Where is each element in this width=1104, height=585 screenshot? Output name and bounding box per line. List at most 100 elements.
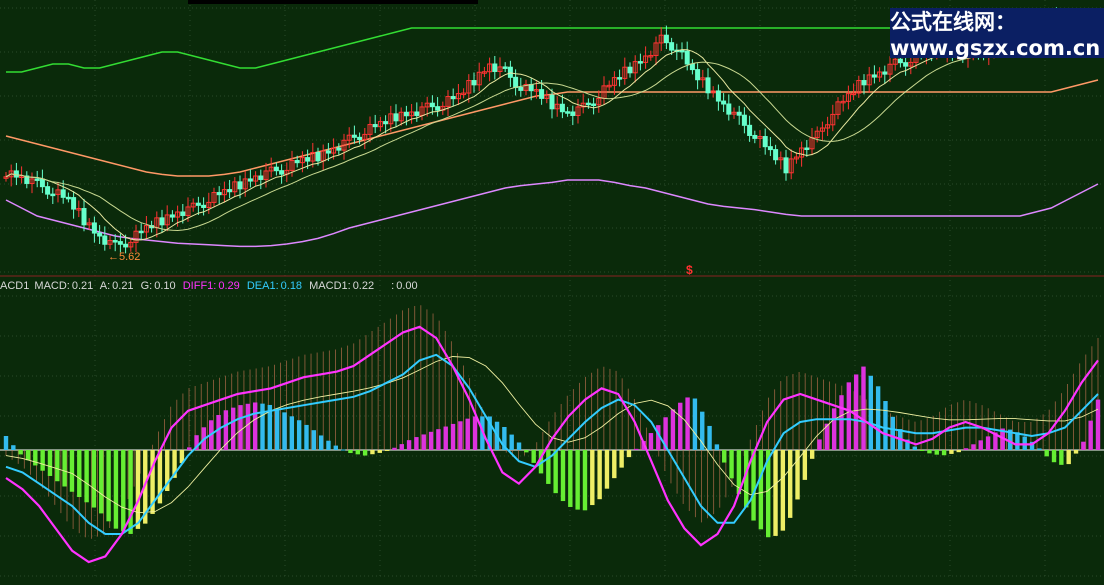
macd-bar	[436, 429, 441, 450]
macd-bar	[546, 450, 551, 484]
legend-g-label: G:	[140, 280, 153, 292]
macd-bar	[11, 445, 16, 450]
macd-bar	[971, 444, 976, 450]
macd-bar	[216, 415, 221, 450]
candle-body	[91, 222, 97, 234]
candle-body	[60, 189, 66, 198]
candle-body	[747, 124, 753, 136]
band-line-lower	[5, 179, 1099, 248]
candle-body	[695, 69, 701, 81]
candle-body	[435, 106, 441, 111]
macd-bar	[817, 439, 822, 450]
macd-bar	[780, 450, 786, 531]
macd-bar	[1051, 450, 1057, 463]
candle-body	[539, 89, 545, 99]
macd-bar	[648, 433, 654, 450]
legend-dea1-label: DEA1:	[246, 280, 279, 292]
macd-bar	[245, 403, 251, 450]
macd-bar	[634, 448, 639, 450]
legend-macd1-label: MACD1:	[309, 280, 351, 292]
macd-bar	[1066, 450, 1071, 465]
candle-body	[689, 63, 695, 71]
candle-body	[565, 111, 571, 114]
macd-bar	[33, 450, 38, 466]
macd-bar	[18, 450, 23, 455]
macd-bar	[40, 450, 45, 471]
candle-body	[112, 240, 118, 243]
macd-bar	[421, 434, 426, 450]
macd-bar	[758, 450, 764, 530]
macd-bar	[414, 437, 419, 450]
legend-a: A: 0.21	[100, 280, 136, 292]
macd-bar	[384, 450, 390, 451]
macd-bar	[934, 450, 939, 455]
signal-line	[5, 356, 1099, 514]
macd-bar	[113, 450, 119, 529]
macd-bar	[25, 450, 31, 461]
candle-body	[50, 193, 56, 197]
macd-bar	[230, 407, 236, 450]
macd-bar	[377, 450, 382, 453]
macd-bar	[355, 450, 360, 455]
candle-body	[627, 66, 633, 74]
macd-bar	[861, 366, 866, 450]
macd-bar	[853, 374, 859, 450]
macd-bar	[1095, 399, 1101, 450]
candle-body	[502, 66, 508, 69]
macd-bar	[949, 450, 954, 454]
macd-bar	[1022, 436, 1027, 450]
legend-macd-label: MACD:	[34, 280, 70, 292]
macd-bar	[692, 398, 698, 450]
macd-bar	[868, 375, 874, 450]
candle-body	[247, 178, 253, 182]
macd-bar	[1015, 432, 1020, 450]
macd-bar	[106, 450, 111, 522]
candle-body	[736, 111, 742, 116]
legend-diff1-value: 0.29	[218, 280, 240, 292]
macd-bar	[318, 435, 324, 450]
macd-bar	[62, 450, 67, 487]
macd-bar	[809, 450, 815, 459]
macd-bar	[597, 450, 602, 500]
candle-body	[102, 235, 108, 245]
macd-bar	[524, 450, 529, 453]
macd-bar	[1059, 450, 1064, 465]
candle-body	[273, 166, 279, 172]
macd-bar	[450, 423, 456, 450]
macd-bar	[509, 434, 514, 450]
candle-body	[201, 204, 207, 208]
candle-body	[237, 181, 243, 190]
legend-a-label: A:	[99, 280, 111, 292]
macd-bar	[340, 449, 346, 451]
candle-body	[559, 103, 565, 113]
legend-diff1: DIFF1: 0.29	[183, 280, 242, 292]
macd-bar	[1037, 448, 1042, 450]
candle-body	[450, 96, 456, 100]
top-black-bar	[188, 0, 478, 4]
candle-body	[351, 134, 357, 138]
macd-bar	[326, 440, 331, 450]
macd-bar	[333, 445, 338, 450]
indicator-legend: ACD1 MACD: 0.21 A: 0.21 G: 0.10 DIFF1: 0.29 …	[0, 280, 422, 294]
candle-body	[315, 152, 321, 162]
macd-bar	[348, 450, 353, 454]
candle-body	[507, 66, 513, 78]
candle-body	[34, 178, 40, 181]
candle-body	[393, 113, 399, 122]
legend-macd-value: 0.21	[71, 280, 94, 292]
macd-bar	[531, 450, 536, 463]
candle-body	[372, 124, 378, 128]
candle-body	[227, 189, 233, 193]
macd-bar	[289, 416, 295, 450]
watermark-text: 公式在线网：www.gszx.com.cn	[890, 10, 1101, 60]
macd-bar	[47, 450, 53, 476]
candle-body	[169, 214, 175, 218]
macd-bar	[751, 450, 756, 521]
macd-bar	[428, 431, 434, 450]
macd-bar	[831, 408, 837, 450]
legend-a-value: 0.21	[112, 280, 134, 292]
dea-line	[5, 353, 1099, 535]
legend-macd1-value: 0.22	[352, 280, 375, 292]
candle-body	[258, 175, 264, 180]
candle-body	[767, 146, 773, 151]
